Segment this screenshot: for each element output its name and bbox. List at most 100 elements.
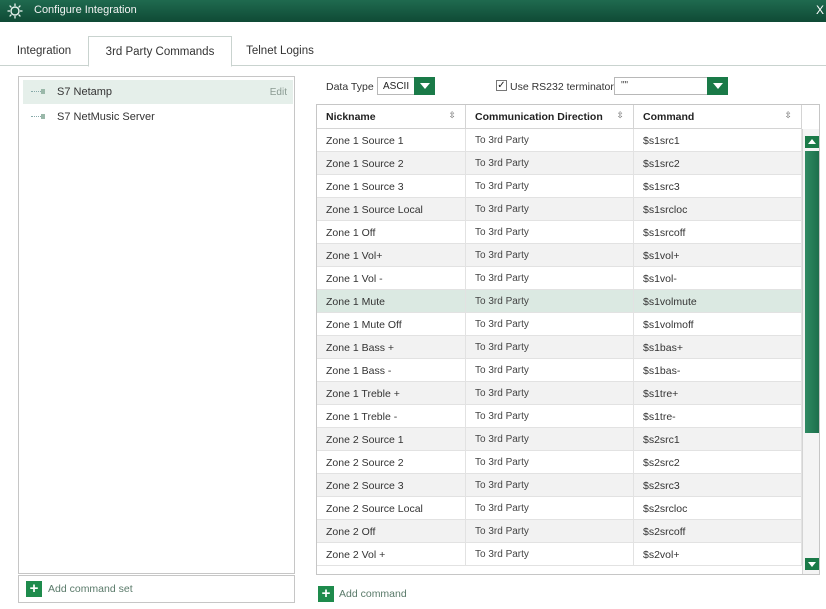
- direction-cell: To 3rd Party: [466, 474, 634, 497]
- grid-header: Nickname ⇳ Communication Direction ⇳ Com…: [317, 105, 802, 129]
- nickname-cell: Zone 2 Off: [317, 520, 466, 543]
- table-row[interactable]: Zone 1 Treble - To 3rd Party $s1tre-: [317, 405, 802, 428]
- terminator-dropdown[interactable]: "": [614, 77, 728, 95]
- direction-cell: To 3rd Party: [466, 198, 634, 221]
- command-set-list: S7 Netamp Edit S7 NetMusic Server: [18, 76, 295, 574]
- table-row[interactable]: Zone 1 Vol+ To 3rd Party $s1vol+: [317, 244, 802, 267]
- chevron-down-icon[interactable]: [707, 77, 728, 95]
- add-command-button[interactable]: + Add command: [318, 586, 438, 606]
- tab-telnet-logins[interactable]: Telnet Logins: [240, 36, 320, 66]
- plus-icon: +: [318, 586, 334, 602]
- table-row[interactable]: Zone 1 Source 2 To 3rd Party $s1src2: [317, 152, 802, 175]
- table-row[interactable]: Zone 2 Source Local To 3rd Party $s2srcloc: [317, 497, 802, 520]
- command-cell: $s1vol-: [634, 267, 802, 290]
- table-row[interactable]: Zone 2 Source 3 To 3rd Party $s2src3: [317, 474, 802, 497]
- table-row[interactable]: Zone 1 Treble + To 3rd Party $s1tre+: [317, 382, 802, 405]
- terminator-value: "": [621, 80, 629, 91]
- command-set-item[interactable]: S7 Netamp Edit: [23, 80, 293, 104]
- sort-icon[interactable]: ⇳: [784, 110, 792, 121]
- direction-cell: To 3rd Party: [466, 290, 634, 313]
- direction-cell: To 3rd Party: [466, 543, 634, 566]
- tab-integration[interactable]: Integration: [9, 36, 79, 66]
- direction-cell: To 3rd Party: [466, 405, 634, 428]
- rs232-label: Use RS232 terminator: [510, 81, 614, 93]
- command-cell: $s1tre+: [634, 382, 802, 405]
- direction-cell: To 3rd Party: [466, 382, 634, 405]
- command-cell: $s2srcoff: [634, 520, 802, 543]
- tree-node-icon: [31, 111, 45, 123]
- command-cell: $s1tre-: [634, 405, 802, 428]
- direction-cell: To 3rd Party: [466, 175, 634, 198]
- command-set-item[interactable]: S7 NetMusic Server: [23, 105, 293, 129]
- nickname-cell: Zone 1 Treble +: [317, 382, 466, 405]
- table-row[interactable]: Zone 1 Source 3 To 3rd Party $s1src3: [317, 175, 802, 198]
- table-row[interactable]: Zone 2 Vol + To 3rd Party $s2vol+: [317, 543, 802, 566]
- tree-node-icon: [31, 86, 45, 98]
- table-row[interactable]: Zone 1 Source Local To 3rd Party $s1srcloc: [317, 198, 802, 221]
- command-cell: $s2src1: [634, 428, 802, 451]
- sort-icon[interactable]: ⇳: [448, 110, 456, 121]
- direction-cell: To 3rd Party: [466, 359, 634, 382]
- direction-cell: To 3rd Party: [466, 313, 634, 336]
- vertical-scrollbar[interactable]: [802, 129, 819, 574]
- table-row[interactable]: Zone 2 Source 1 To 3rd Party $s2src1: [317, 428, 802, 451]
- column-header-direction[interactable]: Communication Direction ⇳: [466, 105, 634, 129]
- nickname-cell: Zone 1 Bass +: [317, 336, 466, 359]
- data-type-dropdown[interactable]: ASCII: [377, 77, 435, 95]
- nickname-cell: Zone 1 Source 3: [317, 175, 466, 198]
- table-row[interactable]: Zone 1 Bass - To 3rd Party $s1bas-: [317, 359, 802, 382]
- nickname-cell: Zone 2 Source 2: [317, 451, 466, 474]
- nickname-cell: Zone 1 Vol+: [317, 244, 466, 267]
- nickname-cell: Zone 1 Mute: [317, 290, 466, 313]
- table-row[interactable]: Zone 1 Vol - To 3rd Party $s1vol-: [317, 267, 802, 290]
- direction-cell: To 3rd Party: [466, 428, 634, 451]
- edit-link[interactable]: Edit: [270, 87, 287, 98]
- nickname-cell: Zone 1 Source Local: [317, 198, 466, 221]
- scroll-up-icon[interactable]: [805, 136, 819, 148]
- close-icon[interactable]: X: [816, 3, 824, 17]
- table-row[interactable]: Zone 1 Bass + To 3rd Party $s1bas+: [317, 336, 802, 359]
- command-cell: $s2vol+: [634, 543, 802, 566]
- commands-grid: Nickname ⇳ Communication Direction ⇳ Com…: [316, 104, 820, 575]
- tab-bar: Integration 3rd Party Commands Telnet Lo…: [0, 36, 826, 67]
- direction-cell: To 3rd Party: [466, 451, 634, 474]
- add-command-set-button[interactable]: + Add command set: [18, 575, 295, 603]
- command-cell: $s1volmute: [634, 290, 802, 313]
- nickname-cell: Zone 2 Source 3: [317, 474, 466, 497]
- direction-cell: To 3rd Party: [466, 244, 634, 267]
- tab-3rd-party-commands[interactable]: 3rd Party Commands: [88, 36, 232, 67]
- nickname-cell: Zone 1 Vol -: [317, 267, 466, 290]
- direction-cell: To 3rd Party: [466, 152, 634, 175]
- command-cell: $s1src3: [634, 175, 802, 198]
- table-row[interactable]: Zone 2 Off To 3rd Party $s2srcoff: [317, 520, 802, 543]
- direction-cell: To 3rd Party: [466, 267, 634, 290]
- add-command-set-label: Add command set: [48, 583, 133, 595]
- direction-cell: To 3rd Party: [466, 129, 634, 152]
- nickname-cell: Zone 1 Treble -: [317, 405, 466, 428]
- sort-icon[interactable]: ⇳: [616, 110, 624, 121]
- nickname-cell: Zone 1 Source 1: [317, 129, 466, 152]
- table-row[interactable]: Zone 1 Source 1 To 3rd Party $s1src1: [317, 129, 802, 152]
- direction-cell: To 3rd Party: [466, 221, 634, 244]
- chevron-down-icon[interactable]: [414, 77, 435, 95]
- direction-cell: To 3rd Party: [466, 497, 634, 520]
- command-cell: $s1src2: [634, 152, 802, 175]
- table-row[interactable]: Zone 1 Mute To 3rd Party $s1volmute: [317, 290, 802, 313]
- table-row[interactable]: Zone 2 Source 2 To 3rd Party $s2src2: [317, 451, 802, 474]
- nickname-cell: Zone 2 Vol +: [317, 543, 466, 566]
- direction-cell: To 3rd Party: [466, 336, 634, 359]
- data-type-value: ASCII: [383, 81, 410, 92]
- command-cell: $s1bas-: [634, 359, 802, 382]
- column-header-command[interactable]: Command ⇳: [634, 105, 802, 129]
- table-row[interactable]: Zone 1 Mute Off To 3rd Party $s1volmoff: [317, 313, 802, 336]
- scroll-down-icon[interactable]: [805, 558, 819, 570]
- nickname-cell: Zone 2 Source Local: [317, 497, 466, 520]
- table-row[interactable]: Zone 1 Off To 3rd Party $s1srcoff: [317, 221, 802, 244]
- rs232-checkbox[interactable]: ✓: [496, 80, 507, 91]
- command-cell: $s2srcloc: [634, 497, 802, 520]
- title-bar: Configure Integration X: [0, 0, 826, 22]
- window-title: Configure Integration: [34, 4, 137, 16]
- plus-icon: +: [26, 581, 42, 597]
- scroll-thumb[interactable]: [805, 151, 819, 433]
- column-header-nickname[interactable]: Nickname ⇳: [317, 105, 466, 129]
